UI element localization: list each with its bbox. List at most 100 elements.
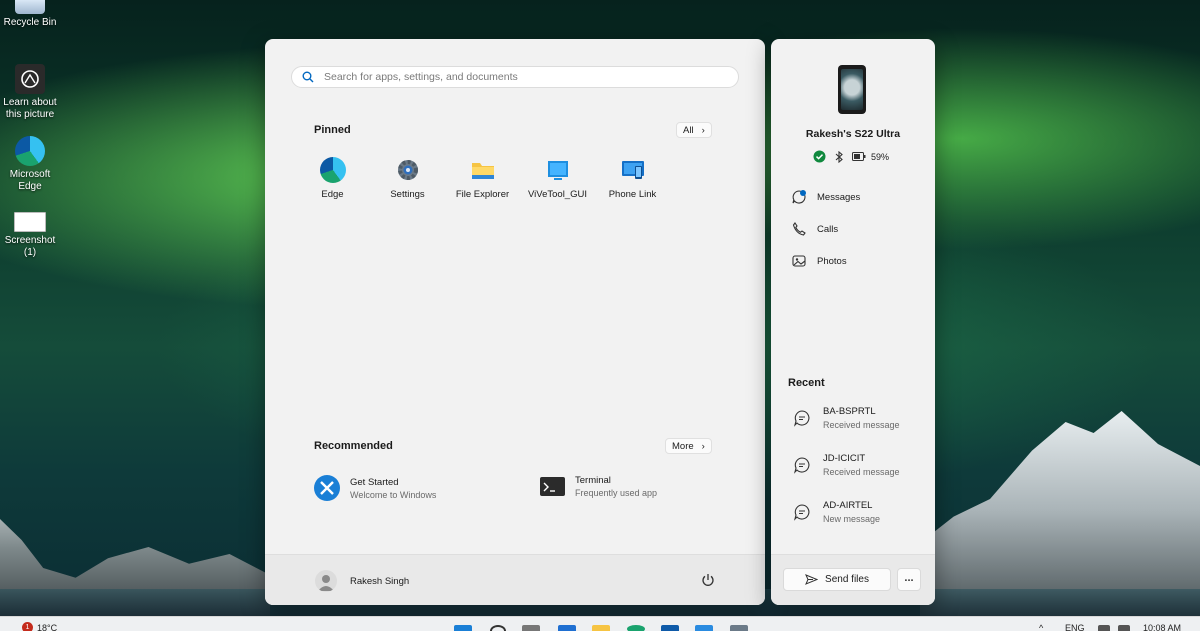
pinned-app-settings[interactable]: Settings [370,157,445,200]
avatar [315,570,337,592]
chevron-up-icon[interactable]: ^ [1039,623,1043,631]
search-icon[interactable] [490,625,506,631]
start-menu: Pinned All › Edge Settings File Explorer… [265,39,765,605]
recent-message-item[interactable]: BA-BSPRTL Received message [791,406,900,430]
folder-icon [470,157,496,183]
more-options-button[interactable]: ... [897,568,921,591]
desktop-icon-label: Recycle Bin [3,17,57,28]
pinned-app-edge[interactable]: Edge [295,157,370,200]
chevron-right-icon: › [701,124,705,136]
all-apps-button[interactable]: All › [676,122,712,138]
desktop-icon-recycle-bin[interactable]: Recycle Bin [2,0,58,29]
power-icon [702,574,714,586]
image-file-icon [14,212,46,232]
edge-icon[interactable] [627,625,645,631]
clock-time[interactable]: 10:08 AM [1143,623,1181,631]
pinned-app-file-explorer[interactable]: File Explorer [445,157,520,200]
recommended-item-terminal[interactable]: Terminal Frequently used app [540,475,657,498]
message-bubble-icon [793,457,810,474]
phone-action-label: Messages [817,191,861,203]
phone-panel-footer: Send files ... [771,554,935,605]
widgets-icon[interactable] [558,625,576,631]
phone-action-label: Photos [817,255,847,267]
edge-icon [15,136,45,166]
user-name: Rakesh Singh [350,575,410,587]
volume-icon[interactable] [1118,625,1130,631]
phone-link-panel: Rakesh's S22 Ultra 59% Messages Calls Ph… [771,39,935,605]
phone-device-image [838,65,866,114]
phone-device-name: Rakesh's S22 Ultra [805,128,901,140]
battery-percent: 59% [871,151,890,162]
store-icon[interactable] [661,625,679,631]
get-started-icon [314,475,340,501]
weather-widget[interactable]: 1 18°C [22,622,57,631]
desktop-icon-label: Learn about this picture [3,97,57,120]
desktop-icon-label: Screenshot (1) [4,235,56,258]
all-apps-label: All [683,124,694,136]
terminal-icon [540,477,565,496]
messages-icon [792,190,806,204]
phone-icon [792,222,806,236]
phone-action-messages[interactable]: Messages [791,189,860,205]
more-dots-icon: ... [904,571,914,584]
recent-message-item[interactable]: JD-ICICIT Received message [791,453,900,477]
pinned-app-label: ViVeTool_GUI [528,189,587,200]
settings-icon[interactable] [730,625,748,631]
message-bubble-icon [793,504,810,521]
phone-link-icon [620,157,646,183]
pinned-app-label: Edge [321,189,344,200]
desktop-icon-label: Microsoft Edge [9,169,51,192]
language-indicator[interactable]: ENG [1065,623,1085,631]
pinned-app-vivetool[interactable]: ViVeTool_GUI [520,157,595,200]
recent-item-title: JD-ICICIT [823,453,866,464]
desktop-icon-screenshot[interactable]: Screenshot (1) [2,212,58,259]
search-box[interactable] [291,66,739,88]
phone-action-label: Calls [817,223,839,235]
recommended-item-title: Get Started [350,476,399,488]
user-account-button[interactable]: Rakesh Singh [315,570,409,592]
recommended-item-get-started[interactable]: Get Started Welcome to Windows [314,475,436,501]
connected-check-icon [813,150,826,163]
send-files-button[interactable]: Send files [783,568,891,591]
phone-action-calls[interactable]: Calls [791,221,838,237]
recent-item-title: BA-BSPRTL [823,406,876,417]
recent-title: Recent [788,377,825,389]
file-explorer-icon[interactable] [592,625,610,631]
more-recommended-button[interactable]: More › [665,438,712,454]
recent-item-title: AD-AIRTEL [823,500,873,511]
gear-icon [395,157,421,183]
recent-item-subtitle: Received message [823,467,900,477]
start-button[interactable] [454,625,472,631]
weather-badge: 1 [22,622,33,631]
recent-item-subtitle: Received message [823,420,900,430]
recommended-item-title: Terminal [575,475,611,486]
pinned-app-phone-link[interactable]: Phone Link [595,157,670,200]
recommended-item-subtitle: Welcome to Windows [350,489,437,500]
pinned-title: Pinned [314,124,351,136]
taskbar: 1 18°C ^ ENG 10:08 AM [0,616,1200,631]
recycle-bin-icon [15,0,45,14]
recommended-title: Recommended [314,440,393,452]
desktop-icon-learn-about-picture[interactable]: Learn about this picture [2,64,58,121]
edge-icon [319,157,346,183]
bluetooth-icon [835,150,843,163]
chevron-right-icon: › [701,440,705,452]
search-input[interactable] [322,70,726,84]
recent-item-subtitle: New message [823,514,881,524]
photos-icon [792,255,806,267]
message-bubble-icon [793,410,810,427]
send-files-label: Send files [825,574,869,585]
search-icon [302,71,314,83]
phone-status-row: 59% [813,150,889,163]
phone-action-photos[interactable]: Photos [791,253,847,269]
pinned-app-label: File Explorer [455,189,510,200]
power-button[interactable] [701,573,715,592]
mail-icon[interactable] [695,625,713,631]
task-view-icon[interactable] [522,625,540,631]
desktop-icon-microsoft-edge[interactable]: Microsoft Edge [2,136,58,193]
vivetool-icon [545,157,571,183]
wifi-icon[interactable] [1098,625,1110,631]
pinned-app-label: Settings [390,189,425,200]
battery-icon [852,152,866,161]
recent-message-item[interactable]: AD-AIRTEL New message [791,500,880,524]
